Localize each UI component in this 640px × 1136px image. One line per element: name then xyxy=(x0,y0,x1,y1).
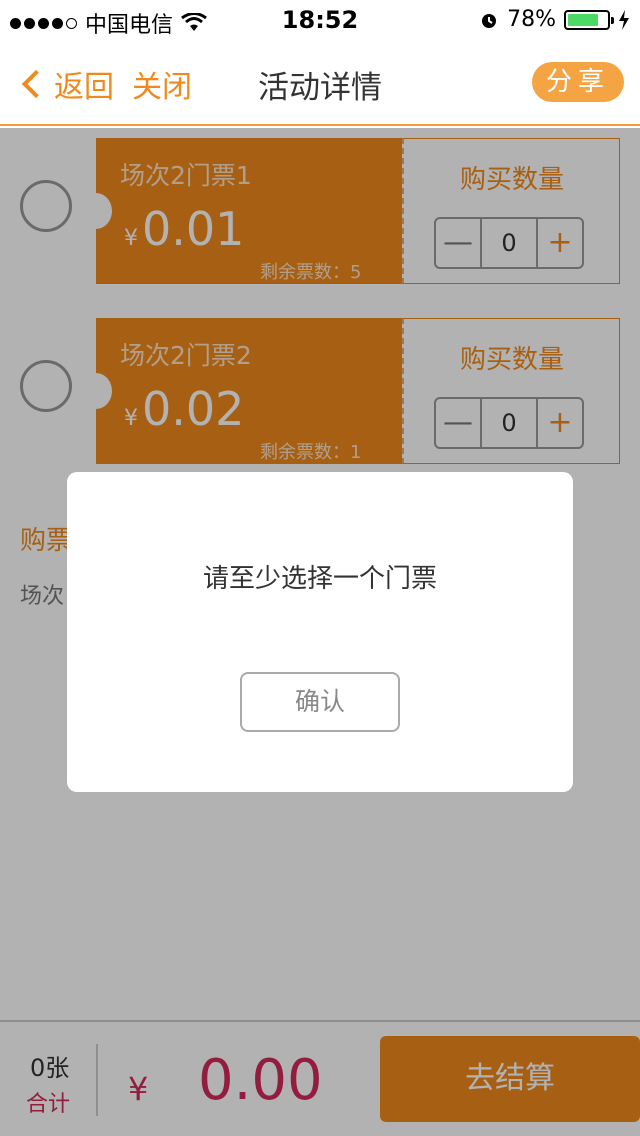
status-bar: 中国电信 18:52 78% xyxy=(0,0,640,40)
share-button[interactable]: 分享 xyxy=(532,62,624,102)
alert-dialog: 请至少选择一个门票 确认 xyxy=(67,472,573,792)
battery-percent: 78% xyxy=(507,7,556,32)
confirm-button[interactable]: 确认 xyxy=(240,672,400,732)
charging-bolt-icon xyxy=(619,9,629,30)
dialog-message: 请至少选择一个门票 xyxy=(202,564,437,594)
alarm-clock-icon xyxy=(482,13,497,28)
battery-icon xyxy=(564,9,614,30)
nav-bar: 返回 关闭 活动详情 分享 xyxy=(0,40,640,126)
status-bar-right: 78% xyxy=(479,7,630,32)
battery-level xyxy=(568,13,598,26)
